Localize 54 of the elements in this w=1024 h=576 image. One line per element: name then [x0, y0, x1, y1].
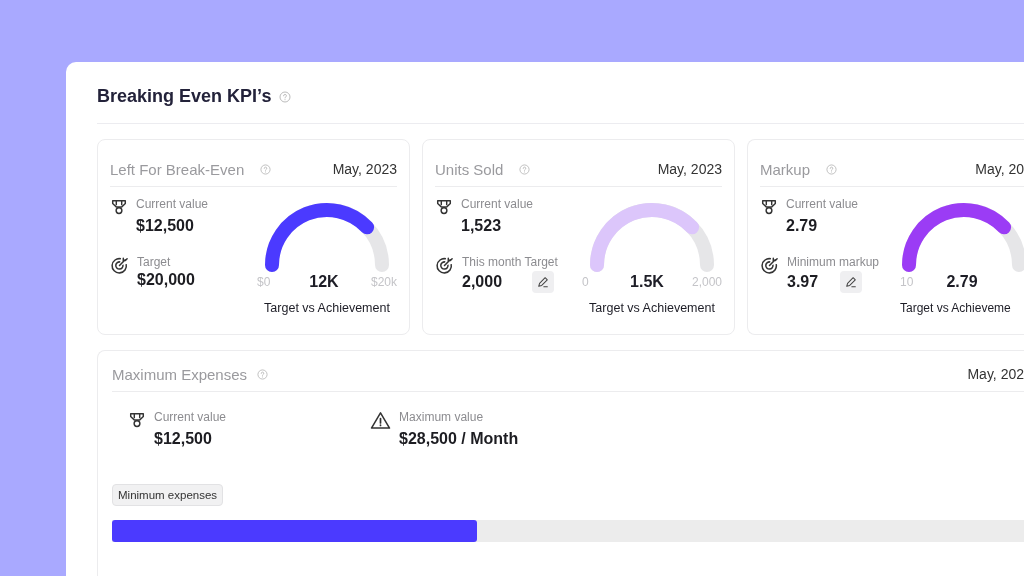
gauge-min-label: 10: [900, 275, 915, 289]
warning-icon: [370, 411, 392, 430]
gauge-value: 2.79: [946, 273, 978, 291]
metric-label: Current value: [136, 197, 209, 211]
metric-value: $28,500 / Month: [399, 430, 519, 448]
card-title: Units Sold: [435, 160, 504, 178]
help-icon[interactable]: [257, 368, 269, 380]
metric-label: Current value: [786, 197, 859, 211]
edit-button[interactable]: [532, 271, 555, 293]
metric-value: $12,500: [154, 430, 213, 448]
metric-value: 3.97: [787, 273, 819, 291]
metric-label: Current value: [154, 410, 227, 424]
gauge-value: 1.5K: [630, 273, 664, 291]
gauge-max-label: $20k: [370, 275, 397, 289]
help-icon[interactable]: [260, 163, 272, 175]
min-expenses-tag: Minimum expenses: [112, 484, 224, 506]
medal-icon: [760, 198, 778, 216]
gauge-min-label: 0: [582, 275, 590, 289]
medal-icon: [110, 198, 128, 216]
card-title: Left For Break-Even: [110, 160, 245, 178]
target-icon: [435, 256, 454, 275]
pencil-icon: [537, 276, 550, 288]
target-icon: [110, 256, 129, 275]
target-icon: [760, 256, 779, 275]
metric-value: $20,000: [137, 271, 195, 289]
medal-icon: [128, 411, 146, 429]
card-date: May, 202: [967, 366, 1024, 382]
medal-icon: [435, 198, 453, 216]
metric-value: 1,523: [461, 217, 503, 235]
panel-title: Breaking Even KPI’s: [97, 86, 272, 107]
gauge-caption: Target vs Achievement: [264, 301, 390, 315]
gauge-min-label: $0: [257, 275, 272, 289]
help-icon[interactable]: [519, 163, 531, 175]
metric-value: 2.79: [786, 217, 819, 235]
help-icon[interactable]: [826, 163, 838, 175]
metric-label: Target: [137, 255, 172, 269]
gauge-max-label: 2,000: [691, 275, 722, 289]
gauge-caption: Target vs Achievement: [589, 301, 715, 315]
gauge-value: 12K: [309, 273, 339, 291]
edit-button[interactable]: [840, 271, 863, 293]
metric-label: Minimum markup: [787, 255, 879, 269]
help-icon[interactable]: [279, 90, 292, 103]
gauge-caption: Target vs Achieveme: [900, 301, 1011, 315]
card-date: May, 2023: [332, 161, 397, 177]
metric-label: This month Target: [462, 255, 558, 269]
card-date: May, 20: [975, 161, 1024, 177]
card-title: Maximum Expenses: [112, 365, 248, 383]
metric-value: $12,500: [136, 217, 195, 235]
card-date: May, 2023: [657, 161, 722, 177]
metric-value: 2,000: [462, 273, 503, 291]
metric-label: Current value: [461, 197, 534, 211]
card-title: Markup: [760, 160, 811, 178]
metric-label: Maximum value: [399, 410, 485, 424]
pencil-icon: [845, 276, 858, 288]
